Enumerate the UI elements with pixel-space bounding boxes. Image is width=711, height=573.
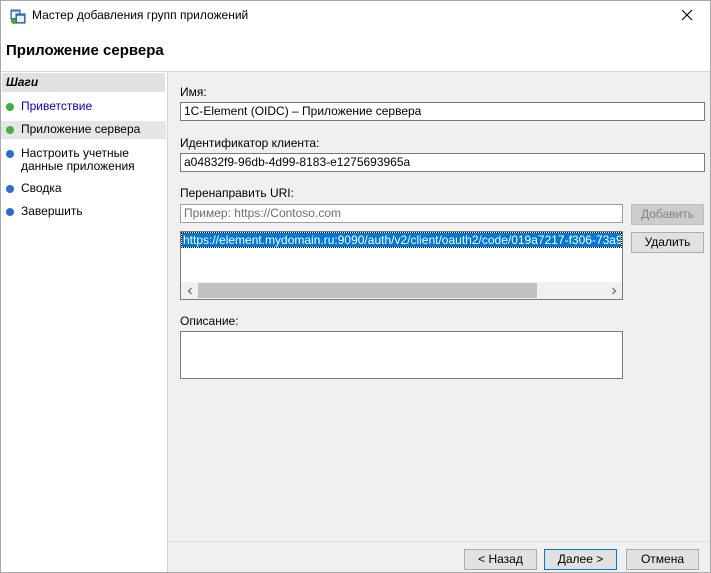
step-finish: Завершить: [1, 205, 166, 219]
chevron-left-icon[interactable]: [181, 282, 198, 299]
step-complete-icon: [6, 103, 14, 111]
description-field[interactable]: [180, 331, 623, 379]
form-area: Имя: 1C-Element (OIDC) – Приложение серв…: [168, 72, 710, 572]
title-bar: Мастер добавления групп приложений: [1, 1, 710, 31]
wizard-header: Приложение сервера: [1, 31, 710, 72]
close-icon: [681, 9, 693, 24]
step-label: Завершить: [21, 204, 83, 218]
scrollbar-thumb[interactable]: [198, 283, 537, 298]
horizontal-scrollbar[interactable]: [181, 282, 622, 299]
back-button[interactable]: < Назад: [464, 549, 537, 570]
page-title: Приложение сервера: [6, 42, 164, 59]
redirect-uri-label: Перенаправить URI:: [180, 186, 294, 200]
chevron-right-icon[interactable]: [605, 282, 622, 299]
content-area: Шаги Приветствие Приложение сервера Наст…: [1, 72, 710, 572]
step-welcome[interactable]: Приветствие: [1, 100, 166, 114]
step-summary: Сводка: [1, 182, 166, 196]
redirect-uri-input[interactable]: Пример: https://Contoso.com: [180, 204, 623, 223]
step-configure-credentials: Настроить учетные данные приложения: [1, 147, 166, 175]
step-label: Приложение сервера: [21, 122, 141, 136]
add-uri-button[interactable]: Добавить: [631, 204, 704, 225]
name-field[interactable]: 1C-Element (OIDC) – Приложение сервера: [180, 102, 705, 121]
description-label: Описание:: [180, 314, 239, 328]
name-label: Имя:: [180, 85, 207, 99]
client-id-field[interactable]: a04832f9-96db-4d99-8183-e1275693965a: [180, 153, 705, 172]
step-label: Настроить учетные данные приложения: [21, 146, 135, 173]
close-button[interactable]: [664, 1, 710, 31]
step-label: Приветствие: [21, 99, 93, 113]
step-pending-icon: [6, 208, 14, 216]
window-title: Мастер добавления групп приложений: [32, 8, 249, 22]
step-pending-icon: [6, 150, 14, 158]
remove-uri-button[interactable]: Удалить: [631, 232, 704, 253]
client-id-label: Идентификатор клиента:: [180, 136, 320, 150]
cancel-button[interactable]: Отмена: [626, 549, 699, 570]
list-item[interactable]: https://element.mydomain.ru:9090/auth/v2…: [181, 232, 622, 248]
app-groups-icon: [10, 8, 26, 24]
footer-divider: [168, 541, 710, 542]
step-label: Сводка: [21, 181, 62, 195]
step-server-application: Приложение сервера: [1, 121, 166, 139]
steps-heading: Шаги: [2, 73, 165, 92]
redirect-uri-list[interactable]: https://element.mydomain.ru:9090/auth/v2…: [180, 231, 623, 300]
step-current-icon: [6, 126, 14, 134]
next-button[interactable]: Далее >: [544, 549, 617, 570]
wizard-window: Мастер добавления групп приложений Прило…: [0, 0, 711, 573]
steps-panel: Шаги Приветствие Приложение сервера Наст…: [1, 72, 168, 572]
step-pending-icon: [6, 185, 14, 193]
